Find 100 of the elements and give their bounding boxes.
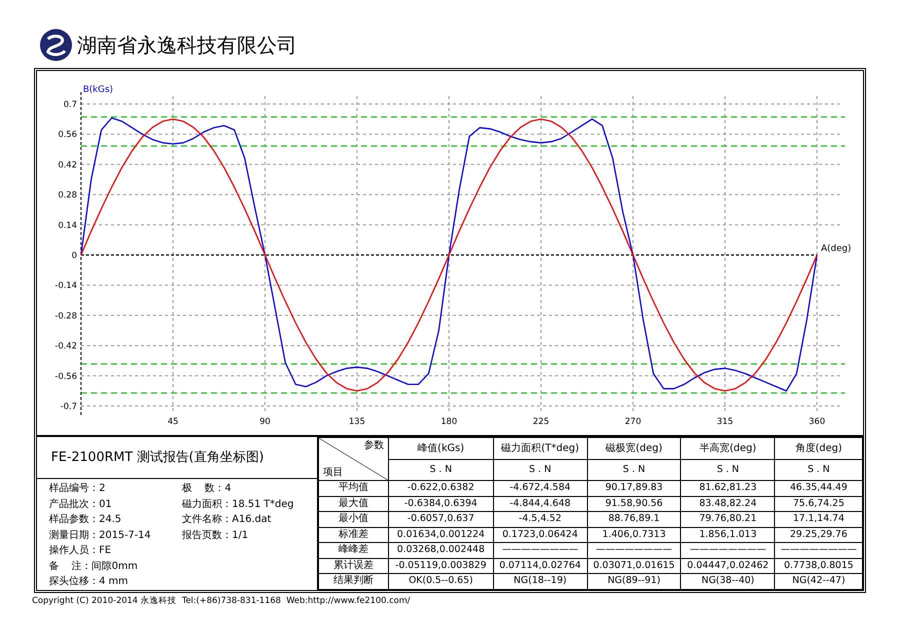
y-tick-label: -0.14 <box>55 281 77 292</box>
field-label: 备 注： <box>49 560 92 574</box>
table-cell: 90.17,89.83 <box>587 480 681 496</box>
logo-icon <box>39 28 73 62</box>
y-tick-label: -0.42 <box>55 342 77 352</box>
field-value: 4 mm <box>99 575 128 590</box>
y-tick-label: 0.42 <box>58 160 77 170</box>
y-axis-label: B(kGs) <box>83 85 114 95</box>
field-value: 18.51 T*deg <box>232 498 294 512</box>
x-tick-label: 90 <box>260 417 270 427</box>
x-tick-label: 135 <box>348 417 366 427</box>
table-cell: 91.58,90.56 <box>587 496 681 512</box>
field-label: 产品批次： <box>49 498 99 512</box>
table-cell: -0.6057,0.637 <box>388 512 494 527</box>
field-label: 操作人员： <box>49 544 99 558</box>
column-subheader: S . N <box>388 459 494 480</box>
x-axis-label: A(deg) <box>821 244 852 254</box>
table-cell: 17.1,14.74 <box>774 512 862 527</box>
corner-bottom-label: 项目 <box>323 466 343 480</box>
field-value: 2015-7-14 <box>99 528 151 543</box>
column-header: 角度(deg) <box>774 438 862 459</box>
table-cell: 1.406,0.7313 <box>587 527 681 542</box>
field-value: 间隙0mm <box>92 560 138 574</box>
report-title: FE-2100RMT 测试报告(直角坐标图) <box>37 437 317 479</box>
column-header: 半高宽(deg) <box>680 438 775 459</box>
table-cell: 81.62,81.23 <box>680 480 775 496</box>
table-cell: ———————— <box>587 542 681 558</box>
field-value: 01 <box>99 498 112 512</box>
field-label: 磁力面积： <box>182 498 232 512</box>
corner-top-label: 参数 <box>364 438 384 453</box>
x-tick-label: 360 <box>808 417 826 427</box>
x-tick-label: 45 <box>168 417 178 427</box>
row-header: 平均值 <box>318 480 388 496</box>
table-cell: 83.48,82.24 <box>680 496 775 512</box>
table-cell: ———————— <box>680 542 775 558</box>
row-header: 最小值 <box>318 512 388 527</box>
copyright-text: Copyright (C) 2010-2014 永逸科技 Tel:(+86)738-831-1168 Web:http://www.fe2100.com/ <box>32 594 410 608</box>
row-header: 峰峰差 <box>318 542 388 558</box>
y-tick-label: -0.7 <box>60 402 77 412</box>
field-label: 样品编号： <box>49 482 99 496</box>
table-cell: -4.672,4.584 <box>493 480 588 496</box>
column-subheader: S . N <box>680 459 775 480</box>
field-value: A16.dat <box>232 513 272 528</box>
company-name: 湖南省永逸科技有限公司 <box>77 35 297 55</box>
table-cell: NG(18--19) <box>493 574 588 589</box>
table-cell: -0.05119,0.003829 <box>388 558 494 574</box>
table-cell: 0.03071,0.01615 <box>587 558 681 574</box>
table-cell: 46.35,44.49 <box>774 480 862 496</box>
table-cell: ———————— <box>493 542 588 558</box>
table-cell: -0.6384,0.6394 <box>388 496 494 512</box>
column-subheader: S . N <box>587 459 681 480</box>
table-cell: NG(38--40) <box>680 574 775 589</box>
table-cell: 0.03268,0.002448 <box>388 542 494 558</box>
field-value: 1/1 <box>232 528 248 543</box>
field-value: 24.5 <box>99 513 122 528</box>
field-value: 2 <box>99 482 106 496</box>
column-header: 磁极宽(deg) <box>587 438 681 459</box>
table-cell: -0.622,0.6382 <box>388 480 494 496</box>
table-cell: 0.7738,0.8015 <box>774 558 862 574</box>
table-cell: 79.76,80.21 <box>680 512 775 527</box>
column-header: 磁力面积(T*deg) <box>493 438 588 459</box>
table-cell: ———————— <box>774 542 862 558</box>
field-value: 4 <box>224 482 232 496</box>
y-tick-label: 0.56 <box>58 130 77 140</box>
field-label: 探头位移： <box>49 574 99 590</box>
field-label: 文件名称： <box>182 512 232 528</box>
row-header: 最大值 <box>318 496 388 512</box>
row-header: 结果判断 <box>318 574 388 589</box>
row-header: 累计误差 <box>318 558 388 574</box>
table-cell: -4.5,4.52 <box>493 512 588 527</box>
x-tick-label: 180 <box>440 417 458 427</box>
y-tick-label: 0.14 <box>58 220 77 231</box>
table-cell: -4.844,4.648 <box>493 496 588 512</box>
x-tick-label: 225 <box>532 417 550 427</box>
field-label: 测量日期： <box>49 528 99 543</box>
table-cell: 29.25,29.76 <box>774 527 862 542</box>
table-cell: OK(0.5--0.65) <box>388 574 494 589</box>
table-cell: 0.1723,0.06424 <box>493 527 588 542</box>
column-header: 峰值(kGs) <box>388 438 494 459</box>
table-cell: NG(42--47) <box>774 574 862 589</box>
table-cell: 75.6,74.25 <box>774 496 862 512</box>
row-header: 标准差 <box>318 527 388 542</box>
x-tick-label: 315 <box>716 417 734 427</box>
column-subheader: S . N <box>774 459 862 480</box>
y-tick-label: -0.56 <box>55 372 77 382</box>
table-cell: 1.856,1.013 <box>680 527 775 542</box>
y-tick-label: -0.28 <box>55 311 77 322</box>
column-subheader: S . N <box>493 459 588 480</box>
field-label: 报告页数： <box>182 528 232 543</box>
y-tick-label: 0.28 <box>58 190 77 201</box>
field-value: FE <box>99 544 112 558</box>
y-tick-label: 0 <box>72 251 77 261</box>
field-label: 样品参数： <box>49 512 99 528</box>
table-cell: NG(89--91) <box>587 574 681 589</box>
field-label: 极 数： <box>182 482 225 496</box>
x-tick-label: 270 <box>624 417 642 427</box>
table-cell: 0.01634,0.001224 <box>388 527 494 542</box>
table-cell: 0.07114,0.02764 <box>493 558 588 574</box>
y-tick-label: 0.7 <box>63 100 77 110</box>
table-cell: 0.04447,0.02462 <box>680 558 775 574</box>
